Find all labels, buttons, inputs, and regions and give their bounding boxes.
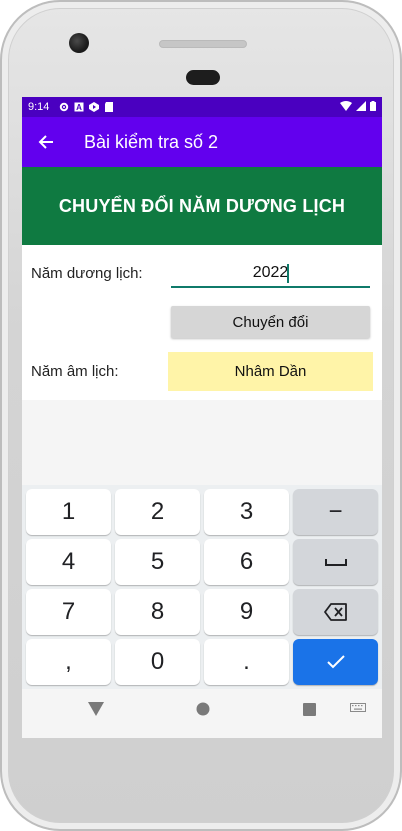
phone-frame: 9:14 A Bài kiểm tra số 2 CHUYỂN ĐỔI NĂM … (0, 0, 402, 831)
lunar-year-label: Năm âm lịch: (31, 363, 119, 380)
nav-bar (22, 689, 382, 729)
key-comma[interactable]: , (26, 639, 111, 685)
text-caret (287, 264, 289, 283)
status-icons-left: A (59, 102, 114, 112)
key-space[interactable] (293, 539, 378, 585)
svg-text:A: A (77, 103, 83, 112)
lunar-year-result: Nhâm Dần (168, 352, 373, 391)
key-1[interactable]: 1 (26, 489, 111, 535)
key-4[interactable]: 4 (26, 539, 111, 585)
battery-icon (370, 101, 376, 111)
key-5[interactable]: 5 (115, 539, 200, 585)
key-9[interactable]: 9 (204, 589, 289, 635)
convert-button[interactable]: Chuyển đổi (171, 306, 370, 338)
play-icon (89, 102, 100, 112)
blank-area (22, 400, 382, 485)
status-time: 9:14 (28, 101, 50, 113)
screen: 9:14 A Bài kiểm tra số 2 CHUYỂN ĐỔI NĂM … (22, 97, 382, 738)
key-6[interactable]: 6 (204, 539, 289, 585)
backspace-icon (323, 603, 347, 621)
recents-square-icon[interactable] (302, 702, 316, 716)
numeric-keyboard: 1 2 3 − 4 5 6 7 8 9 , 0 . (22, 485, 382, 689)
key-2[interactable]: 2 (115, 489, 200, 535)
solar-year-input[interactable] (171, 260, 370, 288)
app-title: Bài kiểm tra số 2 (84, 131, 219, 152)
sd-card-icon (105, 102, 114, 112)
a-icon: A (74, 102, 84, 112)
solar-year-label: Năm dương lịch: (31, 265, 143, 282)
space-icon (324, 559, 347, 566)
key-enter[interactable] (293, 639, 378, 685)
back-triangle-icon[interactable] (88, 702, 105, 716)
gear-icon (60, 102, 69, 112)
key-8[interactable]: 8 (115, 589, 200, 635)
signal-icon (356, 101, 366, 111)
status-icons-right (340, 101, 376, 111)
wifi-icon (340, 101, 352, 111)
front-camera (69, 33, 89, 53)
earpiece-speaker (159, 40, 247, 48)
home-circle-icon[interactable] (196, 702, 210, 716)
checkmark-icon (326, 655, 345, 669)
proximity-sensor (186, 70, 220, 85)
converter-form: Năm dương lịch: Chuyển đổi Năm âm lịch: … (22, 245, 382, 400)
header-title: CHUYỂN ĐỔI NĂM DƯƠNG LỊCH (58, 195, 346, 216)
key-backspace[interactable] (293, 589, 378, 635)
keyboard-icon[interactable] (350, 703, 366, 714)
key-period[interactable]: . (204, 639, 289, 685)
app-bar: Bài kiểm tra số 2 (22, 117, 382, 167)
header-banner: CHUYỂN ĐỔI NĂM DƯƠNG LỊCH (22, 167, 382, 245)
key-7[interactable]: 7 (26, 589, 111, 635)
key-3[interactable]: 3 (204, 489, 289, 535)
status-bar: 9:14 A (22, 97, 382, 117)
key-0[interactable]: 0 (115, 639, 200, 685)
arrow-back-icon[interactable] (22, 117, 70, 167)
key-minus[interactable]: − (293, 489, 378, 535)
lunar-year-value: Nhâm Dần (234, 363, 307, 380)
